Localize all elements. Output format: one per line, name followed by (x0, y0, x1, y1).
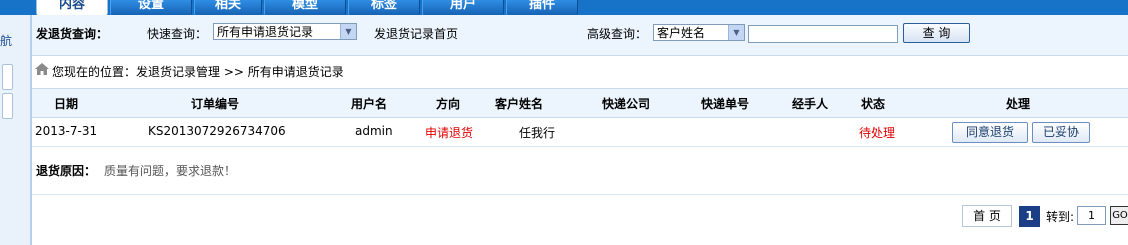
quick-query-value: 所有申请退货记录 (217, 25, 314, 39)
advanced-query-label: 高级查询： (587, 27, 648, 41)
left-nav-button[interactable] (2, 93, 13, 119)
column-header: 客户姓名 (495, 97, 544, 111)
cell-direction: 申请退货 (425, 126, 474, 140)
home-icon (35, 63, 49, 75)
search-input[interactable] (748, 25, 898, 43)
column-header: 经手人 (792, 97, 829, 111)
cell-customer: 任我行 (519, 126, 556, 140)
tab-model[interactable]: 模型 (264, 0, 346, 15)
tab-related[interactable]: 相关 (194, 0, 262, 15)
column-header: 快递公司 (602, 97, 651, 111)
pagination: 首 页 1 转到: 1 GO (32, 196, 1128, 245)
column-header: 快递单号 (701, 97, 750, 111)
returns-home-link[interactable]: 发退货记录首页 (374, 25, 458, 42)
compromised-button[interactable]: 已妥协 (1032, 122, 1090, 143)
column-header: 处理 (1006, 97, 1031, 111)
column-header: 订单编号 (191, 97, 240, 111)
cell-status: 待处理 (859, 126, 896, 140)
top-tab-bar: 内容 设置 相关 模型 标签 用户 插件 (0, 0, 1128, 15)
go-button[interactable]: GO (1110, 206, 1128, 225)
tab-users[interactable]: 用户 (422, 0, 504, 15)
quick-query-select[interactable]: 所有申请退货记录 ▼ (213, 23, 357, 40)
chevron-down-icon: ▼ (728, 25, 744, 40)
query-bar: 发退货查询： 快速查询： 所有申请退货记录 ▼ 发退货记录首页 高级查询： 客户… (32, 15, 1128, 56)
left-nav-strip: 航 (0, 15, 32, 245)
goto-label: 转到: (1046, 210, 1075, 224)
table-header: 日期 订单编号 用户名 方向 客户姓名 快递公司 快递单号 经手人 状态 处理 (32, 88, 1128, 118)
column-header: 用户名 (351, 97, 388, 111)
tab-plugins[interactable]: 插件 (506, 0, 578, 15)
chevron-down-icon: ▼ (340, 24, 356, 39)
cell-username: admin (355, 124, 393, 138)
column-header: 方向 (436, 97, 461, 111)
goto-page-input[interactable]: 1 (1077, 206, 1106, 225)
quick-query-label: 快速查询： (147, 27, 208, 41)
column-header: 日期 (54, 97, 79, 111)
return-reason-label: 退货原因： (36, 164, 97, 178)
advanced-query-value: 客户姓名 (657, 26, 706, 40)
query-button[interactable]: 查 询 (903, 23, 970, 43)
tab-settings[interactable]: 设置 (110, 0, 192, 15)
cell-date: 2013-7-31 (35, 124, 98, 138)
query-title: 发退货查询： (36, 27, 109, 41)
first-page-button[interactable]: 首 页 (962, 205, 1012, 227)
return-reason-text: 质量有问题，要求退款！ (104, 164, 237, 178)
left-nav-button[interactable] (2, 64, 13, 90)
return-reason-row: 退货原因： 质量有问题，要求退款！ (32, 150, 1128, 195)
tab-tags[interactable]: 标签 (348, 0, 420, 15)
table-row: 2013-7-31 KS2013072926734706 admin 申请退货 … (32, 119, 1128, 147)
current-page[interactable]: 1 (1019, 206, 1040, 227)
cell-order-no: KS2013072926734706 (148, 124, 286, 138)
tab-content[interactable]: 内容 (36, 0, 108, 15)
column-header: 状态 (861, 97, 886, 111)
breadcrumb: 您现在的位置：发退货记录管理 >> 所有申请退货记录 (32, 58, 1128, 84)
breadcrumb-text: 您现在的位置：发退货记录管理 >> 所有申请退货记录 (52, 65, 344, 79)
left-nav-label[interactable]: 航 (0, 32, 12, 49)
advanced-query-select[interactable]: 客户姓名 ▼ (653, 24, 745, 41)
agree-return-button[interactable]: 同意退货 (952, 122, 1028, 143)
